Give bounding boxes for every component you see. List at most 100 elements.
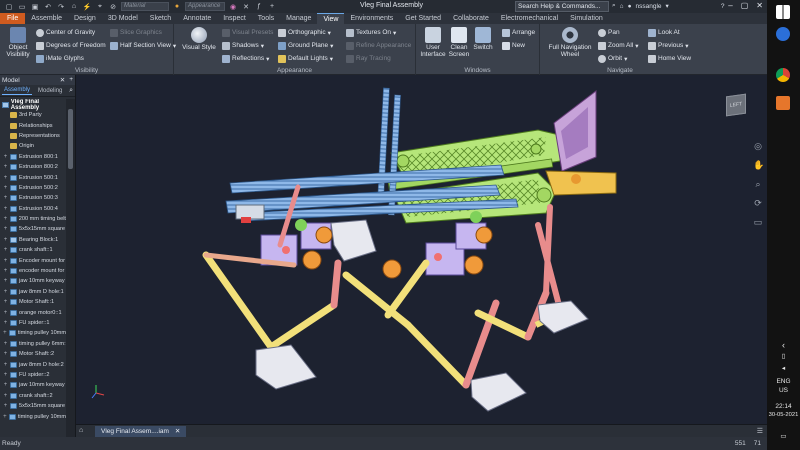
tree-item[interactable]: + timing pulley 10mm [0,328,66,338]
expand-icon[interactable]: + [3,289,8,295]
graphics-viewport[interactable]: LEFT ◎ ✋ ⌕ ⟳ ▭ [76,75,767,424]
tree-item[interactable]: Origin [0,141,66,151]
tree-item[interactable]: Relationships [0,120,66,130]
pan-hand-icon[interactable]: ✋ [753,160,764,170]
ray-tracing-button[interactable]: Ray Tracing [346,53,391,64]
slice-graphics-button[interactable]: Slice Graphics [110,27,162,38]
tab-file[interactable]: File [0,13,26,24]
expand-icon[interactable]: + [3,278,8,284]
close-icon[interactable]: ✕ [60,76,65,84]
expand-icon[interactable]: + [3,185,8,191]
expand-icon[interactable]: + [3,175,8,181]
center-of-gravity-button[interactable]: Center of Gravity [36,27,95,38]
tree-item[interactable]: + FU spider::1 [0,318,66,328]
orbit-button[interactable]: Orbit ▾ [598,53,627,64]
inventor-app-icon[interactable] [776,96,790,110]
expand-icon[interactable]: + [3,268,8,274]
close-icon[interactable]: ✕ [175,426,180,437]
expand-icon[interactable]: + [3,320,8,326]
username[interactable]: nssangle [636,3,662,10]
expand-icon[interactable]: + [3,393,8,399]
expand-icon[interactable]: + [3,154,8,160]
tray-chevron-icon[interactable]: ‹ [767,340,800,350]
save-icon[interactable]: ▣ [30,2,40,11]
expand-icon[interactable]: + [3,195,8,201]
tab-electromechanical[interactable]: Electromechanical [495,13,564,24]
expand-icon[interactable]: + [3,226,8,232]
switch-button[interactable]: Switch [466,27,500,51]
plus-icon[interactable]: + [267,2,277,11]
tab-assembly[interactable]: Assembly [2,86,33,95]
browser-scrollbar[interactable] [66,99,75,437]
tree-item[interactable]: + jaw 8mm D hole:2 [0,359,66,369]
color-override-icon[interactable]: ◉ [228,2,238,11]
zoom-all-button[interactable]: Zoom All ▾ [598,40,639,51]
open-folder-icon[interactable]: ▭ [17,2,27,11]
shadows-button[interactable]: Shadows ▾ [222,40,264,51]
tree-item[interactable]: + Motor Shaft::2 [0,349,66,359]
cart-icon[interactable]: ⌂ [620,3,624,10]
expand-icon[interactable]: + [3,310,8,316]
reflections-button[interactable]: Reflections ▾ [222,53,269,64]
tree-item[interactable]: + Extrusion 800:1 [0,152,66,162]
expand-icon[interactable]: + [3,299,8,305]
tree-item[interactable]: + encoder mount for [0,266,66,276]
tree-item[interactable]: + crank shaft::2 [0,391,66,401]
look-at-button[interactable]: Look At [648,27,680,38]
tab-collaborate[interactable]: Collaborate [447,13,495,24]
object-visibility-button[interactable]: Object Visibility [1,27,35,58]
full-navigation-wheel-button[interactable]: Full Navigation Wheel [548,27,592,58]
clock-date[interactable]: 30-05-2021 [767,412,800,418]
undo-icon[interactable]: ↶ [43,2,53,11]
tab-manage[interactable]: Manage [280,13,317,24]
expand-icon[interactable]: + [3,351,8,357]
tree-item[interactable]: + Encoder mount for [0,255,66,265]
tree-item[interactable]: + Extrusion 500:2 [0,183,66,193]
language-primary[interactable]: ENG [767,378,800,385]
orbit-icon[interactable]: ⟳ [753,198,763,208]
tree-item[interactable]: + jaw 10mm keyway [0,380,66,390]
maximize-icon[interactable]: ▢ [741,1,749,10]
close-icon[interactable]: ✕ [756,1,763,10]
tab-simulation[interactable]: Simulation [564,13,609,24]
expand-icon[interactable]: + [3,382,8,388]
add-icon[interactable]: + [69,76,73,84]
notification-icon[interactable]: ▭ [767,432,800,440]
tree-item[interactable]: + orange motor0::1 [0,307,66,317]
expand-icon[interactable]: + [3,237,8,243]
search-input[interactable]: Search Help & Commands... [515,1,609,12]
document-tab[interactable]: Vleg Final Assem....iam ✕ [95,425,187,437]
volume-icon[interactable]: ◂ [767,364,800,372]
measure-icon[interactable]: ⊘ [108,2,118,11]
textures-on-button[interactable]: Textures On ▾ [346,27,396,38]
windows-start-icon[interactable] [776,5,790,19]
previous-view-button[interactable]: Previous ▾ [648,40,689,51]
default-lights-button[interactable]: Default Lights ▾ [278,53,333,64]
tree-item[interactable]: + Extrusion 500:4 [0,204,66,214]
tree-item[interactable]: Representations [0,131,66,141]
network-icon[interactable]: ▯ [767,352,800,360]
help-icon[interactable]: ? [721,3,725,10]
tree-item[interactable]: +5x5x15mm square [0,401,66,411]
tree-item[interactable]: + FU spider::2 [0,370,66,380]
tab-design[interactable]: Design [68,13,102,24]
tree-item[interactable]: + Bearing Block:1 [0,235,66,245]
update-icon[interactable]: ⚡ [82,2,92,11]
tab-inspect[interactable]: Inspect [217,13,252,24]
tab-get-started[interactable]: Get Started [399,13,447,24]
expand-icon[interactable]: + [3,164,8,170]
tree-item[interactable]: +5x5x15mm square [0,224,66,234]
arrange-button[interactable]: Arrange [502,27,535,38]
tree-item[interactable]: + jaw 8mm D hole:1 [0,287,66,297]
imate-glyphs-button[interactable]: iMate Glyphs [36,53,84,64]
home-view-button[interactable]: Home View [648,53,691,64]
pan-button[interactable]: Pan [598,27,620,38]
visual-presets-button[interactable]: Visual Presets [222,27,273,38]
tree-item[interactable]: + Extrusion 500:1 [0,172,66,182]
tree-item[interactable]: + jaw 10mm keyway [0,276,66,286]
menu-icon[interactable]: ☰ [757,427,763,435]
expand-icon[interactable]: + [3,258,8,264]
zoom-icon[interactable]: ⌕ [753,179,763,189]
new-file-icon[interactable]: ▢ [4,2,14,11]
tree-item[interactable]: + Extrusion 800:2 [0,162,66,172]
